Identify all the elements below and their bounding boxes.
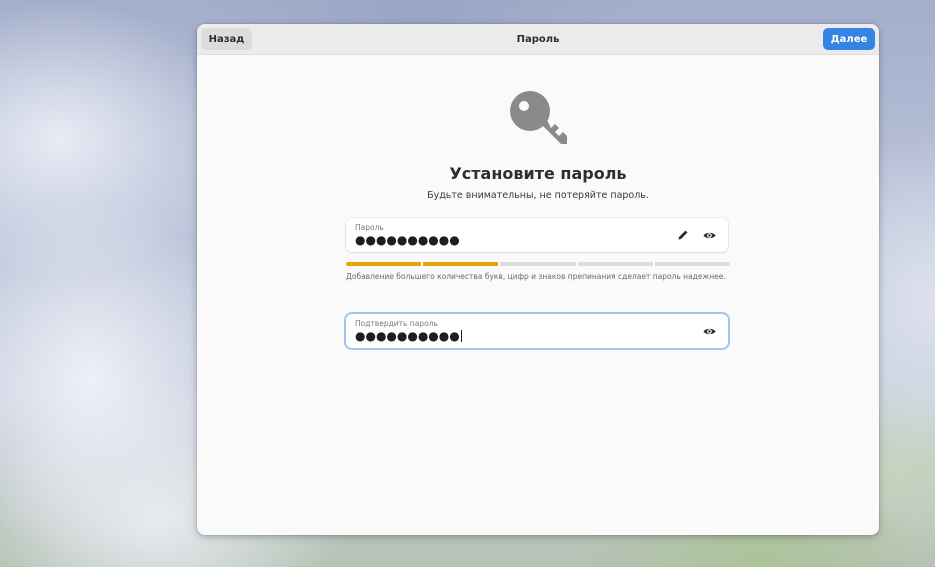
pencil-icon[interactable] bbox=[676, 228, 690, 242]
strength-segment-empty bbox=[654, 262, 731, 266]
confirm-password-value: ●●●●●●●●●● bbox=[355, 329, 460, 343]
eye-icon[interactable] bbox=[702, 324, 716, 338]
password-input[interactable]: ●●●●●●●●●● bbox=[355, 233, 460, 247]
back-button[interactable]: Назад bbox=[201, 28, 252, 50]
setup-window: Пароль Назад Далее Установите пароль Буд… bbox=[197, 24, 879, 535]
password-label: Пароль bbox=[355, 223, 384, 232]
main-heading: Установите пароль bbox=[449, 164, 627, 183]
page-title: Пароль bbox=[516, 33, 560, 45]
confirm-password-label: Подтвердить пароль bbox=[355, 319, 438, 328]
key-icon bbox=[510, 91, 567, 144]
header-bar: Пароль Назад Далее bbox=[197, 24, 879, 55]
confirm-password-field[interactable]: Подтвердить пароль ●●●●●●●●●● bbox=[346, 314, 728, 348]
strength-segment-filled bbox=[346, 262, 422, 266]
strength-segment-filled bbox=[423, 262, 499, 266]
strength-hint: Добавление большего количества букв, циф… bbox=[346, 272, 726, 281]
password-field[interactable]: Пароль ●●●●●●●●●● bbox=[346, 218, 728, 252]
password-strength-bar bbox=[346, 262, 731, 266]
strength-segment-empty bbox=[500, 262, 576, 266]
strength-segment-empty bbox=[577, 262, 653, 266]
text-cursor bbox=[460, 330, 462, 342]
next-button[interactable]: Далее bbox=[823, 28, 875, 50]
main-subtitle: Будьте внимательны, не потеряйте пароль. bbox=[427, 190, 649, 201]
eye-icon[interactable] bbox=[702, 228, 716, 242]
confirm-password-input[interactable]: ●●●●●●●●●● bbox=[355, 329, 462, 343]
